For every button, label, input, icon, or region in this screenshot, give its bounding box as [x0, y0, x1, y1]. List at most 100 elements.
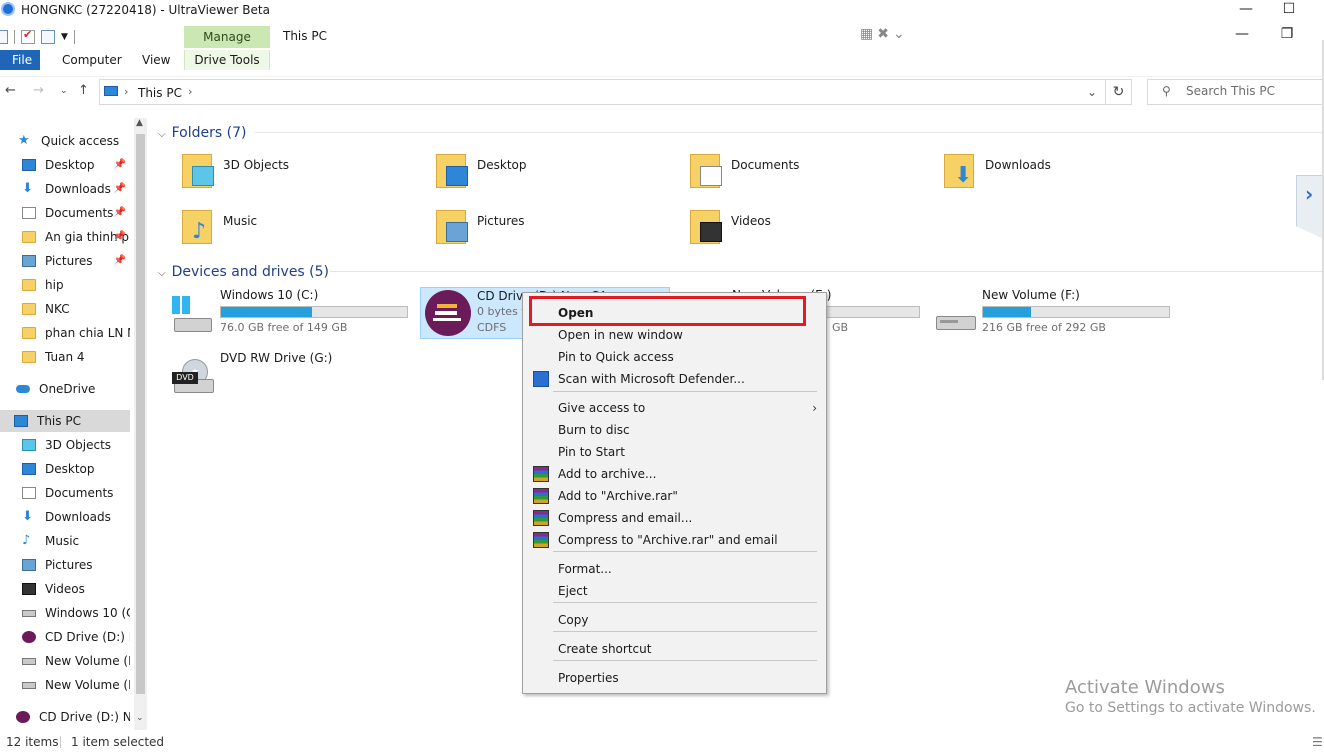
nav-item[interactable]: CD Drive (D:) Ne: [0, 626, 130, 648]
nav-item[interactable]: ★ Quick access: [0, 130, 130, 152]
menu-item[interactable]: Compress to "Archive.rar" and email: [525, 529, 825, 551]
new-folder-icon[interactable]: [41, 30, 55, 44]
desktop-icon: [446, 166, 468, 186]
menu-item[interactable]: Open: [525, 302, 825, 324]
menu-item[interactable]: Give access to ›: [525, 397, 825, 419]
menu-item[interactable]: Properties: [525, 667, 825, 689]
menu-item[interactable]: Format...: [525, 558, 825, 580]
menu-item[interactable]: Scan with Microsoft Defender...: [525, 368, 825, 390]
menu-item[interactable]: Copy: [525, 609, 825, 631]
nav-item[interactable]: NKC: [0, 298, 130, 320]
drive-f[interactable]: New Volume (F:) 216 GB free of 292 GB: [930, 288, 1180, 340]
folders-group-header[interactable]: ⌵ Folders (7): [158, 125, 246, 141]
folder-item[interactable]: ⬇ Downloads: [938, 150, 1178, 200]
folder-icon: [430, 150, 470, 190]
folder-item[interactable]: Desktop: [430, 150, 670, 200]
nav-item[interactable]: Desktop: [0, 458, 130, 480]
nav-item[interactable]: ⬇ Downloads: [0, 506, 130, 528]
drives-group-header[interactable]: ⌵ Devices and drives (5): [158, 264, 329, 280]
maximize-button[interactable]: ☐: [1279, 1, 1299, 17]
collapse-chevron-icon[interactable]: ⌵: [158, 129, 166, 140]
remote-toolbar-icons[interactable]: ▦✖⌄: [860, 26, 909, 42]
breadcrumb[interactable]: This PC: [138, 86, 182, 100]
nav-item[interactable]: OneDrive: [0, 378, 130, 400]
recent-locations-icon[interactable]: ⌄: [60, 86, 68, 96]
nav-item-label: Windows 10 (C:): [45, 606, 130, 620]
drive-g[interactable]: DVD DVD RW Drive (G:): [168, 351, 418, 403]
nav-item[interactable]: ♪ Music: [0, 530, 130, 552]
pin-icon[interactable]: 📌: [114, 250, 126, 272]
nav-scrollbar[interactable]: ▲ ⌄: [134, 118, 147, 730]
menu-item[interactable]: Pin to Start: [525, 441, 825, 463]
menu-item[interactable]: Eject: [525, 580, 825, 602]
address-bar[interactable]: › This PC › ⌄: [99, 79, 1106, 105]
scroll-down-icon[interactable]: ⌄: [136, 713, 144, 723]
nav-item[interactable]: Pictures: [0, 554, 130, 576]
nav-item[interactable]: phan chia LN NI: [0, 322, 130, 344]
scroll-thumb[interactable]: [136, 134, 145, 694]
download-icon: ⬇: [954, 163, 973, 188]
explorer-minimize-button[interactable]: —: [1232, 26, 1252, 42]
nav-item[interactable]: Documents: [0, 482, 130, 504]
folder-item[interactable]: Pictures: [430, 206, 670, 256]
menu-item[interactable]: Pin to Quick access: [525, 346, 825, 368]
menu-separator: [553, 602, 817, 603]
menu-item[interactable]: Compress and email...: [525, 507, 825, 529]
nav-item[interactable]: ⬇ Downloads 📌: [0, 178, 130, 200]
nav-item[interactable]: Tuan 4: [0, 346, 130, 368]
drive-name: DVD RW Drive (G:): [220, 351, 333, 365]
menu-separator: [553, 551, 817, 552]
menu-item[interactable]: Add to archive...: [525, 463, 825, 485]
search-input[interactable]: [1186, 84, 1316, 98]
tab-drive-tools[interactable]: Drive Tools: [184, 50, 270, 70]
menu-item[interactable]: Burn to disc: [525, 419, 825, 441]
nav-item[interactable]: Documents 📌: [0, 202, 130, 224]
nav-item[interactable]: 3D Objects: [0, 434, 130, 456]
manage-tab[interactable]: Manage: [184, 26, 270, 48]
menu-item[interactable]: Create shortcut: [525, 638, 825, 660]
remote-window-titlebar: HONGNKC (27220418) - UltraViewer Beta — …: [0, 0, 1324, 20]
scroll-up-icon[interactable]: ▲: [136, 118, 143, 128]
menu-item[interactable]: Add to "Archive.rar": [525, 485, 825, 507]
nav-item[interactable]: Videos: [0, 578, 130, 600]
minimize-button[interactable]: —: [1236, 1, 1256, 17]
folder-item[interactable]: Documents: [684, 150, 924, 200]
chevron-right-icon[interactable]: ›: [1305, 182, 1313, 206]
folder-icon: [22, 279, 36, 291]
search-box[interactable]: ⚲: [1147, 79, 1324, 105]
menu-item[interactable]: Open in new window: [525, 324, 825, 346]
nav-item[interactable]: Pictures 📌: [0, 250, 130, 272]
qat-customize-icon[interactable]: ▼: [61, 32, 68, 42]
forward-arrow-icon[interactable]: →: [33, 83, 44, 98]
pin-icon[interactable]: 📌: [114, 178, 126, 200]
nav-item[interactable]: New Volume (E:): [0, 650, 130, 672]
folder-item[interactable]: 3D Objects: [176, 150, 416, 200]
tab-file[interactable]: File: [0, 50, 40, 70]
pin-icon[interactable]: 📌: [114, 226, 126, 248]
nav-item[interactable]: Windows 10 (C:): [0, 602, 130, 624]
back-arrow-icon[interactable]: ←: [5, 83, 16, 98]
nav-item[interactable]: New Volume (F:): [0, 674, 130, 696]
details-view-icon[interactable]: ☰: [1312, 735, 1323, 749]
up-arrow-icon[interactable]: ↑: [78, 83, 89, 98]
breadcrumb-separator-icon[interactable]: ›: [124, 85, 128, 98]
qat-icon[interactable]: [0, 30, 8, 44]
address-dropdown-icon[interactable]: ⌄: [1087, 85, 1097, 99]
breadcrumb-separator-icon[interactable]: ›: [188, 85, 192, 98]
drive-c[interactable]: Windows 10 (C:) 76.0 GB free of 149 GB: [168, 288, 418, 340]
collapse-chevron-icon[interactable]: ⌵: [158, 268, 166, 279]
folder-item[interactable]: Videos: [684, 206, 924, 256]
tab-view[interactable]: View: [138, 50, 174, 70]
refresh-icon[interactable]: ↻: [1106, 79, 1132, 105]
nav-item[interactable]: Desktop 📌: [0, 154, 130, 176]
nav-item[interactable]: This PC: [0, 410, 130, 432]
explorer-restore-button[interactable]: ❐: [1277, 26, 1297, 42]
tab-computer[interactable]: Computer: [58, 50, 126, 70]
pin-icon[interactable]: 📌: [114, 154, 126, 176]
nav-item[interactable]: CD Drive (D:) New: [0, 706, 130, 728]
nav-item[interactable]: An gia thinh p 📌: [0, 226, 130, 248]
pin-icon[interactable]: 📌: [114, 202, 126, 224]
properties-icon[interactable]: [21, 28, 35, 44]
nav-item[interactable]: hip: [0, 274, 130, 296]
folder-item[interactable]: ♪ Music: [176, 206, 416, 256]
